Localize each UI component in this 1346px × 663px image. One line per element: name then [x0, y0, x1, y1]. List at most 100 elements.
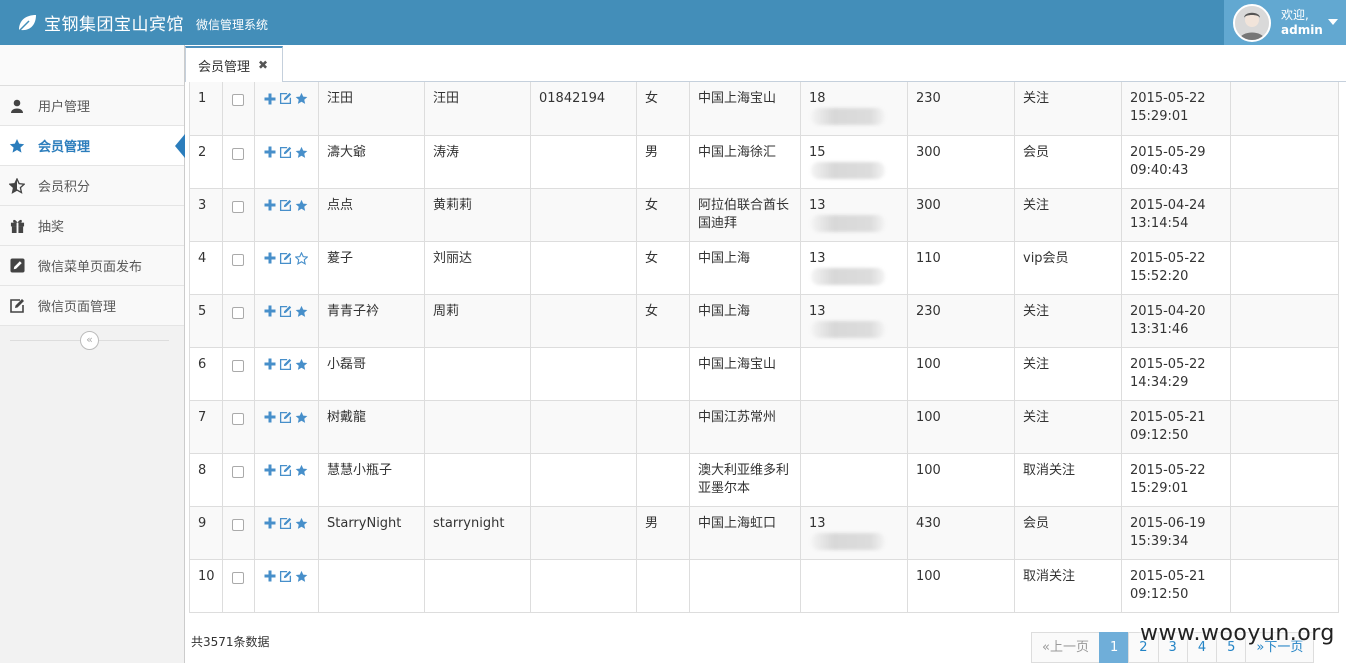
row-number-cell: 4: [189, 240, 223, 295]
star-icon[interactable]: [295, 305, 308, 318]
phone-prefix: 13: [809, 197, 826, 213]
phone-cell: [800, 558, 908, 613]
time-text: 09:40:43: [1130, 162, 1189, 178]
add-icon[interactable]: [263, 92, 276, 105]
table-row[interactable]: 6 小磊哥 中国上海宝山 100 关注 2015-05-22 14:34:29: [189, 346, 1339, 401]
add-icon[interactable]: [263, 570, 276, 583]
addr-cell: 中国上海宝山: [689, 346, 801, 401]
add-icon[interactable]: [263, 252, 276, 265]
page-1-button[interactable]: 1: [1098, 632, 1130, 663]
sex-cell: 女: [636, 293, 690, 348]
table-row[interactable]: 9 StarryNight starrynight 男中国上海虹口 13 430 会员 201…: [189, 505, 1339, 560]
leaf-icon: [17, 14, 36, 33]
table-row[interactable]: 4 萲子 刘丽达 女中国上海 13 110 vip会员 2015-05-22 15:52:20: [189, 240, 1339, 295]
row-checkbox[interactable]: [232, 571, 244, 584]
table-row[interactable]: 7 树戴龍 中国江苏常州 100 关注 2015-05-21 09:12:50: [189, 399, 1339, 454]
star-half-icon: [8, 177, 26, 195]
edit-icon[interactable]: [279, 464, 292, 477]
table-row[interactable]: 8 慧慧小瓶子 澳大利亚维多利亚墨尔本 100 取消关注 2015-05-22 15:29:…: [189, 452, 1339, 507]
sidebar-item-member-points[interactable]: 会员积分: [0, 166, 184, 206]
collapse-sidebar-button[interactable]: «: [80, 331, 99, 350]
time-text: 09:12:50: [1130, 427, 1189, 443]
tab-member-management[interactable]: 会员管理 ✖: [185, 46, 283, 82]
edit-icon[interactable]: [279, 146, 292, 159]
star-icon[interactable]: [295, 517, 308, 530]
row-checkbox[interactable]: [232, 94, 244, 106]
select-cell: [222, 187, 255, 242]
table-row[interactable]: 5 青青子衿 周莉 女中国上海 13 230 关注 2015-04-20 13:31:46: [189, 293, 1339, 348]
edit-icon[interactable]: [279, 92, 292, 105]
sidebar-item-member-management[interactable]: 会员管理: [0, 126, 185, 166]
star-icon[interactable]: [295, 464, 308, 477]
row-checkbox[interactable]: [232, 147, 244, 160]
select-cell: [222, 134, 255, 189]
row-checkbox[interactable]: [232, 306, 244, 319]
star-icon[interactable]: [295, 199, 308, 212]
tab-bar: 会员管理 ✖: [185, 45, 1346, 82]
star-icon[interactable]: [295, 358, 308, 371]
status-cell: 取消关注: [1014, 558, 1122, 613]
gift-icon: [8, 217, 26, 235]
member-table-container: 1 汪田 汪田 01842194 女中国上海宝山 18 230 关注 2015-05-22 15:…: [189, 82, 1339, 613]
row-checkbox[interactable]: [232, 359, 244, 372]
add-icon[interactable]: [263, 358, 276, 371]
prev-page-button[interactable]: «上一页: [1031, 632, 1100, 663]
sidebar-collapse-bar: «: [0, 326, 184, 354]
edit-icon[interactable]: [279, 358, 292, 371]
row-checkbox[interactable]: [232, 465, 244, 478]
star-icon[interactable]: [295, 570, 308, 583]
star-outline-icon[interactable]: [295, 251, 308, 265]
username: admin: [1281, 22, 1323, 37]
add-icon[interactable]: [263, 464, 276, 477]
phone-prefix: 15: [809, 144, 826, 160]
caret-down-icon[interactable]: [1328, 19, 1338, 25]
sidebar-item-label: 会员积分: [38, 180, 91, 195]
star-icon[interactable]: [295, 411, 308, 424]
edit-square-icon: [8, 257, 26, 275]
status-cell: 会员: [1014, 505, 1122, 560]
sidebar-item-lottery[interactable]: 抽奖: [0, 206, 184, 246]
sidebar-item-user-management[interactable]: 用户管理: [0, 86, 184, 126]
add-icon[interactable]: [263, 146, 276, 159]
select-cell: [222, 505, 255, 560]
brand[interactable]: 宝钢集团宝山宾馆 微信管理系统: [16, 0, 268, 45]
close-icon[interactable]: ✖: [258, 58, 268, 72]
edit-icon[interactable]: [279, 570, 292, 583]
app-subtitle: 微信管理系统: [196, 18, 269, 32]
sidebar-item-wechat-menu-publish[interactable]: 微信菜单页面发布: [0, 246, 184, 286]
row-number-cell: 2: [189, 134, 223, 189]
redacted-phone: [811, 108, 885, 125]
actions-cell: [254, 399, 319, 454]
name-cell: 黄莉莉: [424, 187, 531, 242]
edit-icon[interactable]: [279, 517, 292, 530]
row-checkbox[interactable]: [232, 200, 244, 213]
add-icon[interactable]: [263, 517, 276, 530]
star-icon[interactable]: [295, 146, 308, 159]
add-icon[interactable]: [263, 411, 276, 424]
sidebar-item-label: 微信菜单页面发布: [38, 260, 143, 275]
add-icon[interactable]: [263, 305, 276, 318]
phone-cell: 13: [800, 505, 908, 560]
addr-cell: 中国上海徐汇: [689, 134, 801, 189]
edit-icon[interactable]: [279, 252, 292, 265]
row-number-cell: 5: [189, 293, 223, 348]
redacted-phone: [811, 214, 885, 232]
card-cell: [530, 399, 637, 454]
table-row[interactable]: 1 汪田 汪田 01842194 女中国上海宝山 18 230 关注 2015-05-22 15:…: [189, 82, 1339, 136]
table-row[interactable]: 2 濤大爺 涛涛 男中国上海徐汇 15 300 会员 2015-05-29 09:40:43: [189, 134, 1339, 189]
table-row[interactable]: 10 100 取消关注 2015-05-21 09:12:50: [189, 558, 1339, 613]
star-icon[interactable]: [295, 92, 308, 105]
nick-cell: 慧慧小瓶子: [318, 452, 425, 507]
sidebar-shortcuts: [0, 45, 184, 86]
row-checkbox[interactable]: [232, 253, 244, 266]
table-row[interactable]: 3 点点 黄莉莉 女阿拉伯联合酋长国迪拜 13 300 关注 2015-04-24 13:14:…: [189, 187, 1339, 242]
add-icon[interactable]: [263, 199, 276, 212]
row-checkbox[interactable]: [232, 412, 244, 425]
sidebar-item-wechat-page-management[interactable]: 微信页面管理: [0, 286, 184, 326]
edit-icon[interactable]: [279, 199, 292, 212]
row-checkbox[interactable]: [232, 518, 244, 531]
edit-icon[interactable]: [279, 411, 292, 424]
date-cell: 2015-05-21 09:12:50: [1121, 399, 1231, 454]
edit-icon[interactable]: [279, 305, 292, 318]
user-menu[interactable]: 欢迎, admin: [1224, 0, 1346, 45]
